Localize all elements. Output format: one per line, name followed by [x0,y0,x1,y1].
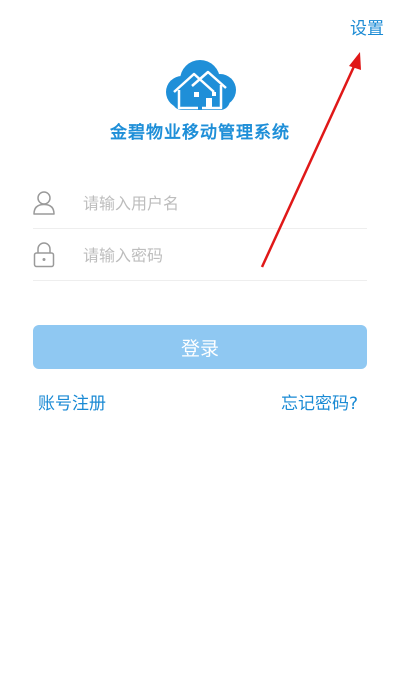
cloud-house-icon [166,60,236,110]
user-icon [33,190,67,216]
app-logo [0,58,400,116]
app-title: 金碧物业移动管理系统 [110,123,290,143]
register-link[interactable]: 账号注册 [38,389,106,414]
password-input[interactable] [81,244,345,266]
lock-icon [33,242,67,268]
password-field-row [33,230,367,281]
login-button[interactable]: 登录 [33,325,367,369]
username-field-row [33,178,367,229]
username-input[interactable] [81,192,345,214]
forgot-password-link[interactable]: 忘记密码? [281,389,358,414]
settings-link[interactable]: 设置 [350,14,384,39]
login-screen: 设置 金碧物业移动管理系统 请输入用户名 登录 账号注册 忘记密码? [0,0,400,682]
